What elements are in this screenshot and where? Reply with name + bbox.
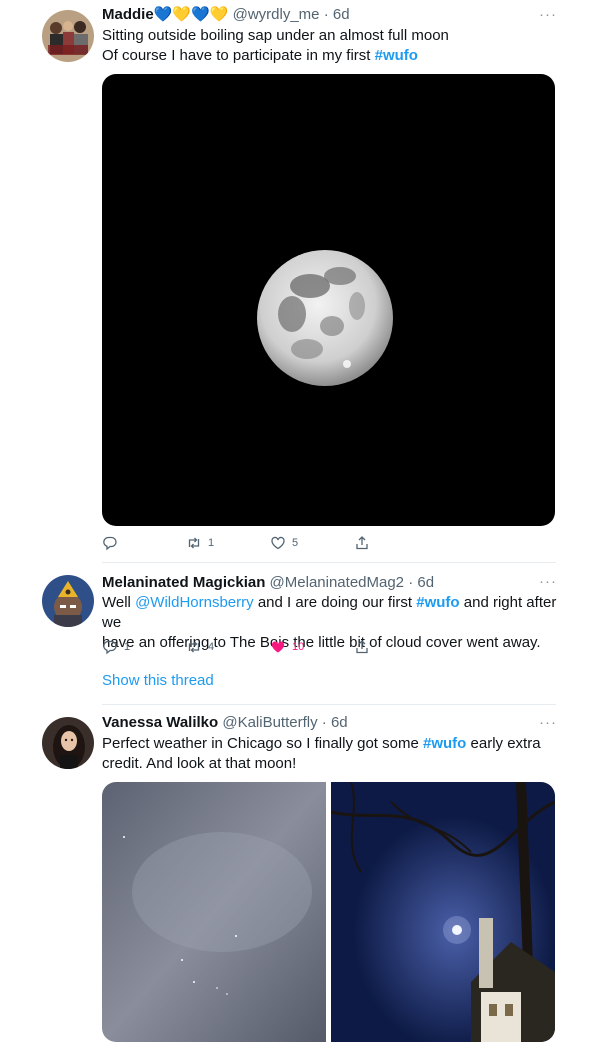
timestamp[interactable]: 6d: [417, 574, 434, 591]
share-button[interactable]: [354, 533, 370, 553]
avatar[interactable]: [42, 717, 94, 769]
share-icon: [356, 640, 368, 654]
retweet-icon: [188, 641, 200, 653]
more-options-icon[interactable]: ···: [539, 714, 557, 731]
separator: ·: [319, 6, 333, 23]
author-handle[interactable]: @wyrdly_me: [233, 6, 320, 23]
more-options-icon[interactable]: ···: [539, 6, 557, 23]
share-button[interactable]: [354, 637, 370, 657]
author-name[interactable]: Vanessa Walilko: [102, 714, 218, 731]
tweet-maddie[interactable]: Maddie💙💛💙💛 @wyrdly_me · 6d ··· Sitting o…: [0, 0, 600, 565]
hashtag-link[interactable]: #wufo: [375, 47, 418, 64]
name-emoji-2: 💛: [172, 6, 192, 23]
like-button[interactable]: 5: [270, 533, 298, 553]
hashtag-link[interactable]: #wufo: [423, 735, 466, 752]
author-handle[interactable]: @KaliButterfly: [222, 714, 317, 731]
tweet-text: Sitting outside boiling sap under an alm…: [102, 26, 562, 66]
author-handle[interactable]: @MelaninatedMag2: [270, 574, 404, 591]
retweet-count: 4: [208, 641, 215, 653]
tweet-line: Well @WildHornsberry and I are doing our…: [102, 594, 557, 631]
reply-icon: [103, 640, 117, 655]
name-emoji-4: 💛: [209, 6, 229, 23]
retweet-button[interactable]: 1: [186, 533, 214, 553]
like-button[interactable]: 10: [270, 637, 304, 657]
share-icon: [356, 536, 368, 550]
tweet-line: credit. And look at that moon!: [102, 755, 297, 772]
tweet-line: Sitting outside boiling sap under an alm…: [102, 27, 449, 44]
heart-filled-icon: [271, 641, 285, 653]
tweet-actions: 1 4 10: [102, 637, 402, 657]
timestamp[interactable]: 6d: [331, 714, 348, 731]
retweet-button[interactable]: 4: [186, 637, 214, 657]
media-grid: [102, 782, 555, 1042]
author-name[interactable]: Maddie: [102, 6, 154, 23]
reply-count: 1: [124, 641, 131, 653]
reply-button[interactable]: 1: [102, 637, 130, 657]
avatar[interactable]: [42, 10, 94, 62]
moon-photo[interactable]: [102, 74, 555, 526]
sky-photo[interactable]: [102, 782, 326, 1042]
more-options-icon[interactable]: ···: [539, 573, 557, 590]
tweet-line: Of course I have to participate in my fi…: [102, 47, 418, 64]
tweet-line: Perfect weather in Chicago so I finally …: [102, 735, 541, 752]
reply-icon: [103, 536, 117, 551]
mention-link[interactable]: @WildHornsberry: [135, 594, 254, 611]
like-count: 5: [292, 537, 299, 549]
tweet-vanessa-walilko[interactable]: Vanessa Walilko @KaliButterfly · 6d ··· …: [0, 705, 600, 1042]
tweet-text: Perfect weather in Chicago so I finally …: [102, 734, 562, 774]
tweet-actions: 1 5: [102, 533, 402, 553]
reply-button[interactable]: [102, 533, 124, 553]
heart-icon: [271, 536, 285, 550]
retweet-count: 1: [208, 537, 215, 549]
timestamp[interactable]: 6d: [333, 6, 350, 23]
author-name[interactable]: Melaninated Magickian: [102, 574, 265, 591]
tweet-melaninated-magickian[interactable]: Melaninated Magickian @MelaninatedMag2 ·…: [0, 565, 600, 705]
name-emoji-3: 💙: [191, 6, 210, 23]
divider: [102, 562, 556, 563]
retweet-icon: [188, 537, 200, 549]
show-thread-link[interactable]: Show this thread: [102, 672, 214, 689]
avatar[interactable]: [42, 575, 94, 627]
like-count: 10: [292, 641, 305, 653]
separator: ·: [317, 714, 331, 731]
hashtag-link[interactable]: #wufo: [416, 594, 459, 611]
separator: ·: [404, 574, 418, 591]
name-emoji-1: 💙: [153, 6, 173, 23]
moon-house-photo[interactable]: [330, 782, 555, 1042]
